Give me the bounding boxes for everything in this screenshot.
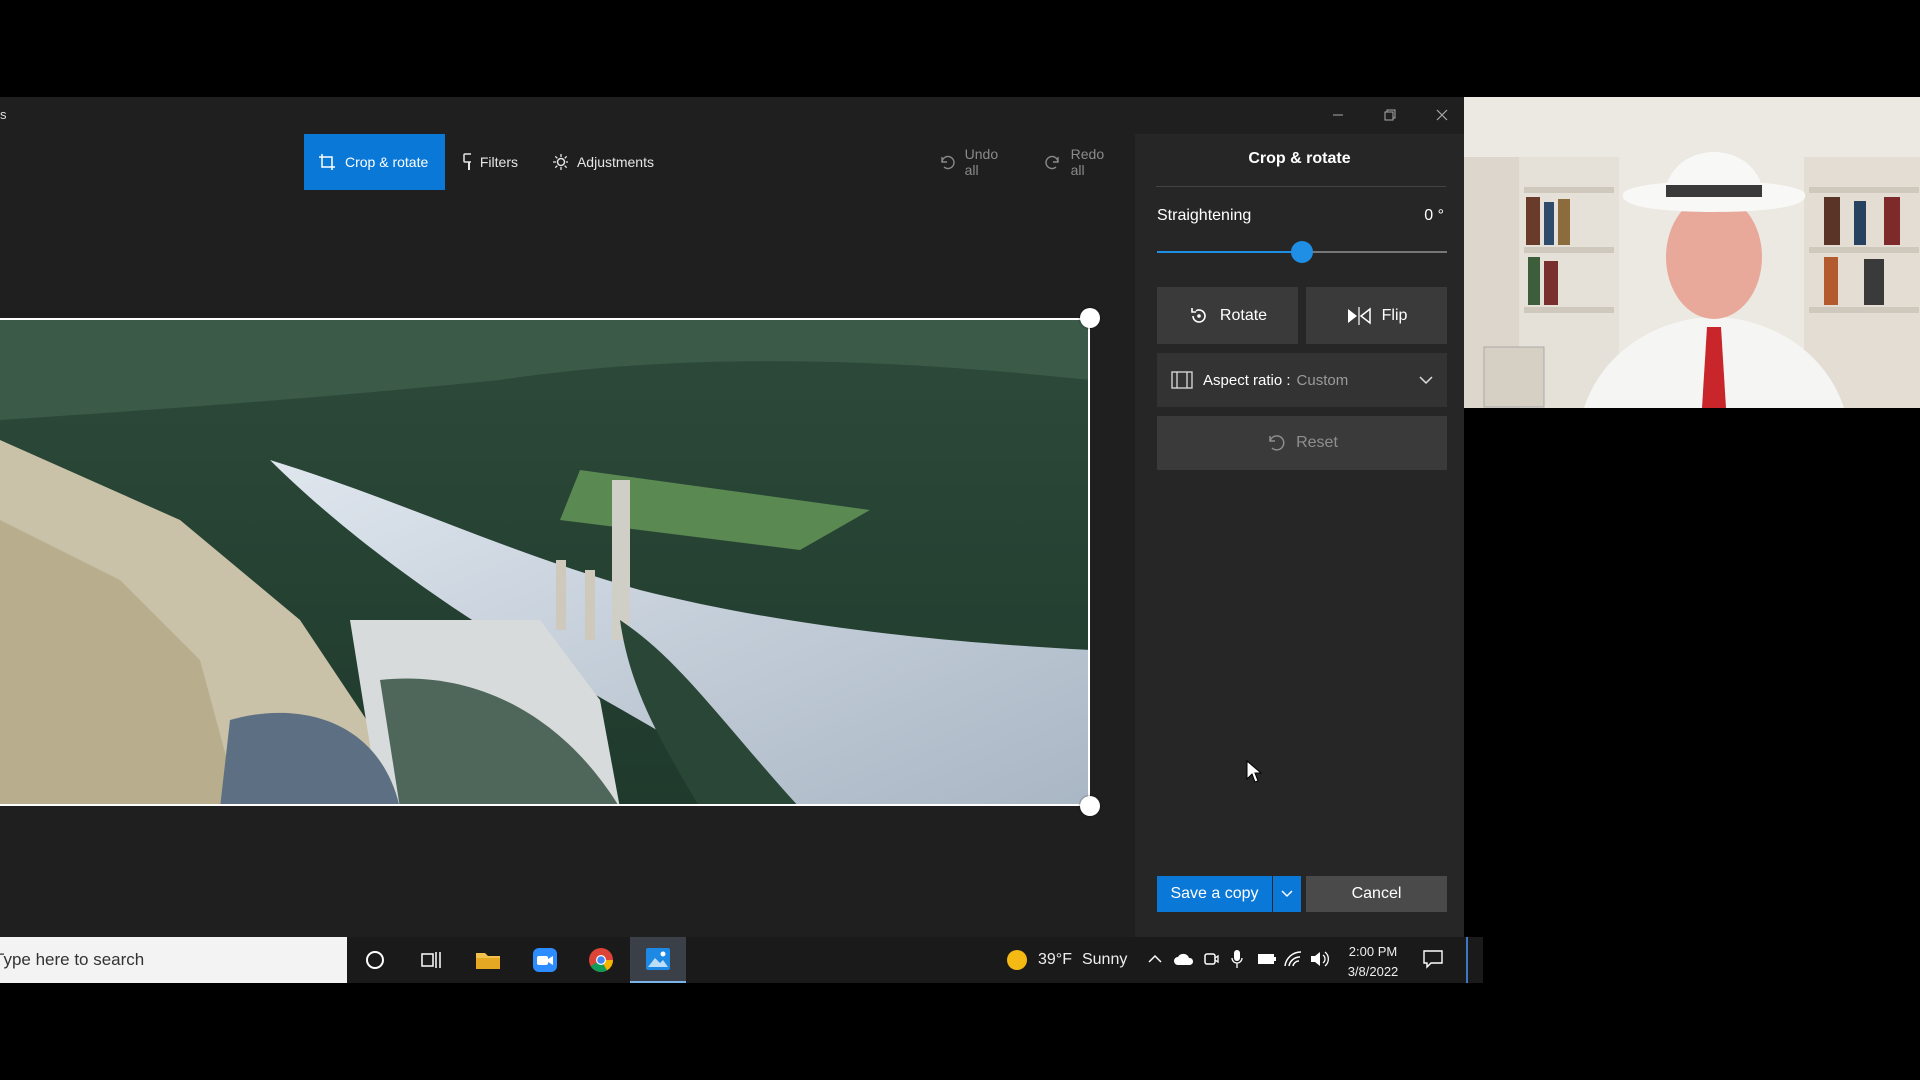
cortana-circle-icon: [366, 951, 384, 969]
slider-thumb[interactable]: [1291, 241, 1313, 263]
tab-adjustments-label: Adjustments: [576, 154, 654, 170]
aspect-ratio-icon: [1171, 371, 1193, 389]
straightening-slider[interactable]: [1157, 241, 1447, 263]
panel-title: Crop & rotate: [1248, 150, 1351, 167]
cancel-button[interactable]: Cancel: [1306, 876, 1447, 912]
straightening-value: 0 °: [1424, 207, 1444, 224]
title-bar: s: [0, 97, 1464, 133]
cancel-label: Cancel: [1351, 885, 1402, 902]
rotate-label: Rotate: [1219, 306, 1268, 324]
weather-condition: Sunny: [1081, 951, 1128, 968]
cortana-button[interactable]: [347, 937, 403, 983]
clock-time: 2:00 PM: [1348, 944, 1398, 959]
search-placeholder: Type here to search: [0, 950, 145, 969]
tab-filters-label: Filters: [479, 154, 518, 170]
chevron-up-icon[interactable]: [1148, 952, 1162, 966]
microphone-icon[interactable]: [1231, 949, 1243, 969]
tab-filters[interactable]: Filters: [447, 134, 532, 190]
undo-icon: [941, 155, 955, 170]
crop-icon: [319, 154, 335, 170]
crop-handle-bottom-right[interactable]: [1080, 796, 1100, 816]
aspect-ratio-dropdown[interactable]: Aspect ratio : Custom: [1157, 353, 1447, 407]
brush-icon: [463, 153, 471, 170]
reset-button[interactable]: Reset: [1157, 416, 1447, 470]
redo-all-button[interactable]: Redo all: [1030, 134, 1135, 190]
tab-adjustments[interactable]: Adjustments: [538, 134, 668, 190]
crop-frame[interactable]: [0, 318, 1090, 806]
chevron-down-icon: [1281, 890, 1293, 898]
close-icon: [1436, 109, 1448, 121]
aerial-photo: [0, 320, 1088, 804]
aspect-ratio-label: Aspect ratio :: [1203, 371, 1291, 389]
restore-icon: [1384, 109, 1396, 121]
chrome-button[interactable]: [573, 937, 629, 983]
clock-date: 3/8/2022: [1347, 964, 1399, 979]
zoom-app-button[interactable]: [517, 937, 573, 983]
windows-taskbar: Type here to search 39°F Sunny 2:00 PM 3…: [0, 937, 1483, 983]
volume-icon[interactable]: [1310, 950, 1330, 968]
redo-icon: [1045, 155, 1059, 170]
window-title: s: [0, 107, 7, 122]
chevron-down-icon: [1419, 376, 1433, 385]
meet-now-icon[interactable]: [1203, 950, 1219, 968]
sun-icon: [1007, 950, 1027, 970]
task-view-button[interactable]: [403, 937, 459, 983]
slider-fill: [1157, 251, 1302, 253]
folder-icon: [476, 953, 500, 969]
tab-crop-rotate[interactable]: Crop & rotate: [304, 134, 445, 190]
flip-icon: [1347, 306, 1371, 325]
webcam-video-feed: [1464, 97, 1920, 408]
photos-icon: [646, 948, 670, 970]
tab-crop-rotate-label: Crop & rotate: [345, 154, 429, 170]
zoom-icon: [533, 948, 557, 972]
rotate-button[interactable]: Rotate: [1157, 287, 1298, 344]
mouse-cursor-icon: [1246, 760, 1262, 783]
cloud-icon[interactable]: [1173, 951, 1195, 967]
save-copy-button[interactable]: Save a copy: [1157, 876, 1272, 912]
system-clock[interactable]: 2:00 PM 3/8/2022: [1338, 942, 1408, 982]
undo-all-button[interactable]: Undo all: [924, 134, 1029, 190]
show-desktop-strip[interactable]: [1466, 937, 1468, 983]
flip-button[interactable]: Flip: [1306, 287, 1447, 344]
rotate-icon: [1191, 307, 1206, 323]
minimize-icon: [1333, 114, 1343, 116]
weather-temp: 39°F: [1038, 951, 1072, 968]
chrome-icon: [589, 948, 613, 973]
undo-all-label: Undo all: [964, 146, 999, 178]
straightening-label: Straightening: [1157, 207, 1252, 224]
task-view-icon: [421, 952, 441, 968]
battery-icon[interactable]: [1257, 951, 1277, 967]
reset-icon: [1269, 435, 1285, 451]
minimize-button[interactable]: [1316, 97, 1360, 133]
restore-button[interactable]: [1368, 97, 1412, 133]
redo-all-label: Redo all: [1070, 146, 1105, 178]
wifi-icon[interactable]: [1284, 950, 1302, 968]
flip-label: Flip: [1381, 306, 1408, 324]
file-explorer-button[interactable]: [460, 937, 516, 983]
photos-app-button[interactable]: [630, 937, 686, 983]
notifications-icon[interactable]: [1423, 949, 1443, 969]
aspect-ratio-value: Custom: [1296, 371, 1349, 389]
presenter-video: [1464, 97, 1920, 408]
taskbar-search-box[interactable]: Type here to search: [0, 937, 347, 983]
photos-app-window: s Crop & rotate Filters Adjustments Undo…: [0, 97, 1464, 937]
crop-handle-top-right[interactable]: [1080, 308, 1100, 328]
save-copy-label: Save a copy: [1170, 885, 1259, 902]
save-options-button[interactable]: [1273, 876, 1301, 912]
crop-rotate-panel: Crop & rotate Straightening 0 ° Rotate F…: [1135, 134, 1464, 937]
weather-widget[interactable]: 39°F Sunny: [1006, 937, 1127, 983]
reset-label: Reset: [1296, 434, 1338, 451]
sun-icon: [553, 154, 568, 170]
close-button[interactable]: [1420, 97, 1464, 133]
panel-divider: [1156, 186, 1446, 187]
